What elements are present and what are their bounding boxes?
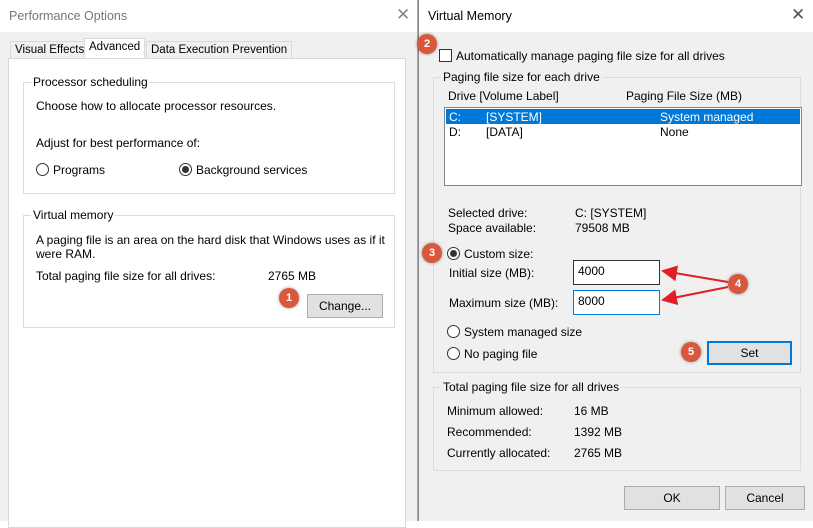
performance-options-window: Performance Options ✕ Visual Effects Adv… (0, 0, 418, 528)
tab-dep[interactable]: Data Execution Prevention (146, 41, 293, 59)
close-icon[interactable]: ✕ (396, 5, 410, 25)
radio-programs[interactable]: Programs (36, 163, 105, 177)
virtual-memory-window: Virtual Memory ✕ Automatically manage pa… (417, 0, 813, 521)
group-label: Processor scheduling (31, 75, 150, 89)
description: A paging file is an area on the hard dis… (36, 233, 385, 261)
group-label: Virtual memory (31, 208, 116, 222)
radio-background-services[interactable]: Background services (179, 163, 307, 177)
tab-advanced[interactable]: Advanced (84, 38, 146, 59)
annotation-arrows (661, 265, 729, 306)
total-value: 2765 MB (268, 269, 317, 283)
title-bar: Performance Options ✕ (0, 0, 417, 32)
adjust-label: Adjust for best performance of: (36, 136, 201, 150)
change-button[interactable]: Change... (307, 294, 383, 318)
arrow-to-initial (661, 265, 729, 283)
tab-visual-effects[interactable]: Visual Effects (10, 41, 90, 59)
arrow-to-max (661, 286, 729, 306)
processor-scheduling-group: Processor scheduling Choose how to alloc… (23, 75, 395, 194)
description: Choose how to allocate processor resourc… (36, 99, 277, 113)
window-title: Performance Options (9, 9, 128, 23)
total-label: Total paging file size for all drives: (36, 269, 216, 283)
step-badge-1: 1 (279, 288, 299, 308)
